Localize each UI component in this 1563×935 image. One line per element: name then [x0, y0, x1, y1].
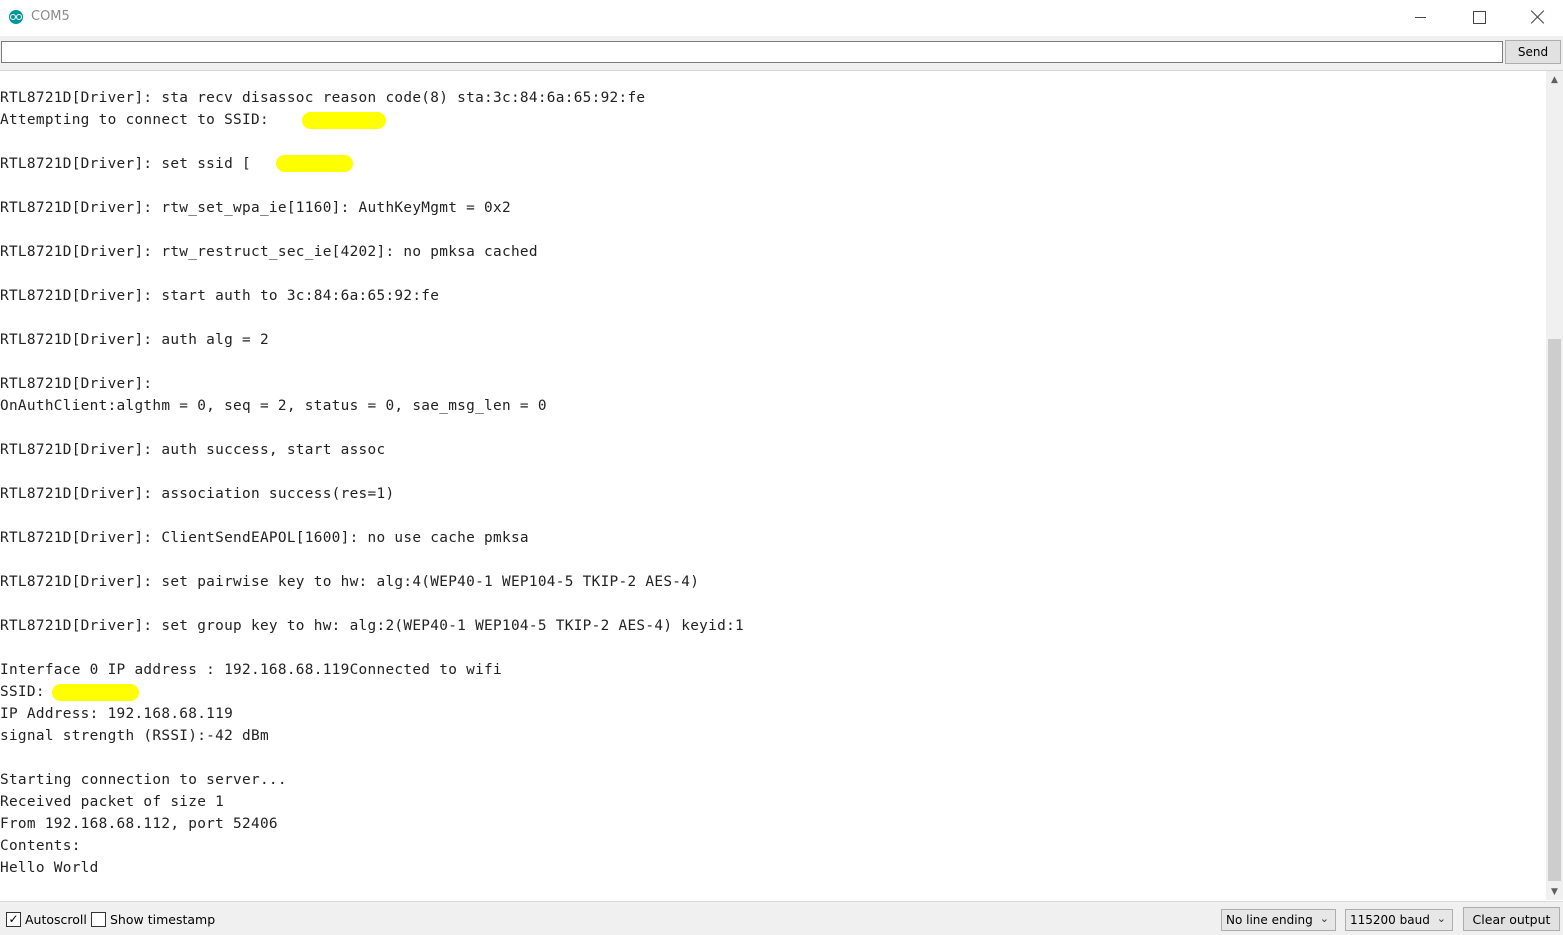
scroll-up-icon[interactable]: ▲ — [1546, 71, 1563, 88]
baud-rate-value: 115200 baud — [1350, 913, 1430, 927]
ssid-redaction — [52, 684, 139, 701]
autoscroll-label[interactable]: Autoscroll — [25, 912, 87, 927]
window-title: COM5 — [31, 9, 70, 24]
output-line: signal strength (RSSI):-42 dBm — [0, 728, 269, 744]
scroll-down-icon[interactable]: ▼ — [1546, 883, 1563, 900]
output-line: RTL8721D[Driver]: auth alg = 2 — [0, 332, 269, 348]
output-line: RTL8721D[Driver]: — [0, 376, 153, 392]
serial-output[interactable]: RTL8721D[Driver]: sta recv disassoc reas… — [0, 71, 1545, 900]
send-button[interactable]: Send — [1505, 40, 1561, 64]
output-line: RTL8721D[Driver]: rtw_set_wpa_ie[1160]: … — [0, 200, 511, 216]
output-line: Contents: — [0, 838, 81, 854]
close-button[interactable] — [1509, 0, 1563, 34]
output-line: RTL8721D[Driver]: rtw_restruct_sec_ie[42… — [0, 244, 538, 260]
timestamp-checkbox[interactable] — [91, 912, 106, 927]
output-line: OnAuthClient:algthm = 0, seq = 2, status… — [0, 398, 547, 414]
serial-input[interactable] — [1, 41, 1503, 63]
bottom-bar: ✓ Autoscroll Show timestamp No line endi… — [0, 901, 1563, 935]
output-line: SSID: — [0, 684, 45, 700]
output-line: Hello World — [0, 860, 99, 876]
arduino-icon — [9, 10, 23, 24]
output-line: RTL8721D[Driver]: set group key to hw: a… — [0, 618, 745, 634]
output-line: IP Address: 192.168.68.119 — [0, 706, 234, 722]
minimize-icon — [1414, 16, 1426, 18]
maximize-button[interactable] — [1450, 0, 1508, 34]
vertical-scrollbar[interactable]: ▲ ▼ — [1546, 71, 1563, 900]
maximize-icon — [1472, 10, 1486, 24]
send-bar: Send — [0, 36, 1563, 71]
timestamp-label[interactable]: Show timestamp — [110, 912, 215, 927]
checkmark-icon: ✓ — [8, 912, 19, 926]
output-line: RTL8721D[Driver]: start auth to 3c:84:6a… — [0, 288, 440, 304]
ssid-redaction — [302, 112, 386, 129]
line-ending-value: No line ending — [1226, 913, 1313, 927]
output-line: RTL8721D[Driver]: ClientSendEAPOL[1600]:… — [0, 530, 529, 546]
output-line: Received packet of size 1 — [0, 794, 225, 810]
output-line: RTL8721D[Driver]: sta recv disassoc reas… — [0, 90, 646, 106]
title-bar: COM5 — [0, 0, 1563, 36]
output-line: Interface 0 IP address : 192.168.68.119C… — [0, 662, 502, 678]
line-ending-select[interactable]: No line ending ⌄ — [1221, 909, 1336, 931]
ssid-redaction — [276, 155, 353, 172]
chevron-down-icon: ⌄ — [1436, 912, 1446, 925]
clear-output-button[interactable]: Clear output — [1463, 907, 1560, 931]
autoscroll-checkbox[interactable]: ✓ — [6, 912, 21, 927]
baud-rate-select[interactable]: 115200 baud ⌄ — [1345, 909, 1453, 931]
output-line: RTL8721D[Driver]: set pairwise key to hw… — [0, 574, 700, 590]
output-line: RTL8721D[Driver]: auth success, start as… — [0, 442, 386, 458]
close-icon — [1531, 10, 1545, 24]
output-line: Starting connection to server... — [0, 772, 287, 788]
output-line: Attempting to connect to SSID: — [0, 112, 269, 128]
minimize-button[interactable] — [1391, 0, 1449, 34]
output-line: RTL8721D[Driver]: association success(re… — [0, 486, 395, 502]
chevron-down-icon: ⌄ — [1319, 912, 1329, 925]
output-line: From 192.168.68.112, port 52406 — [0, 816, 278, 832]
scroll-thumb[interactable] — [1548, 339, 1561, 881]
